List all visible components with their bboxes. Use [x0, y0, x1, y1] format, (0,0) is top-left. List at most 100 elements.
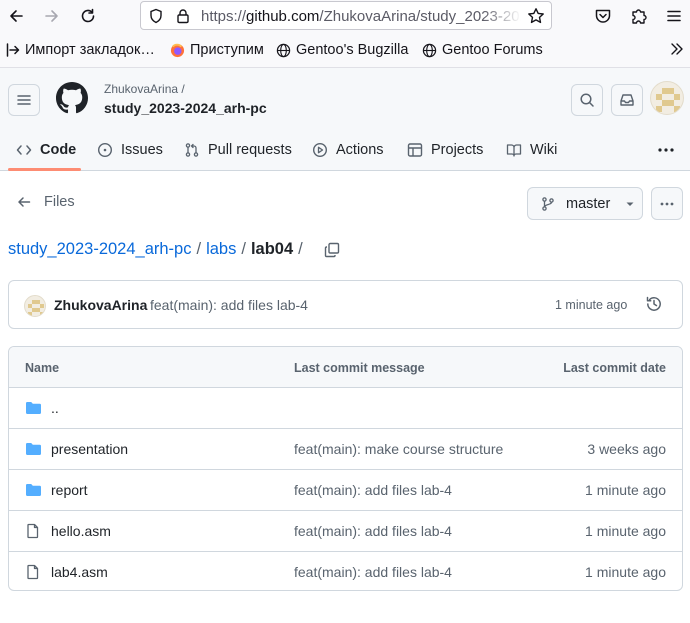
breadcrumb-repo-link[interactable]: study_2023-2024_arh-pc — [8, 240, 191, 259]
book-icon — [506, 143, 522, 157]
arrow-left-icon — [10, 10, 23, 22]
forward-button[interactable] — [40, 4, 64, 28]
pocket-button[interactable] — [591, 4, 615, 28]
column-last-commit-message: Last commit message — [294, 361, 425, 375]
nav-overflow-button[interactable] — [657, 128, 675, 171]
bookmark-label: Gentoo Forums — [442, 42, 543, 58]
files-toggle[interactable]: Files — [16, 194, 75, 210]
bookmarks-bar: Импорт закладок… Приступим Gentoo's Bugz… — [0, 32, 690, 68]
tab-actions[interactable]: Actions — [312, 128, 384, 171]
pocket-icon — [595, 9, 611, 23]
file-name[interactable]: presentation — [51, 441, 128, 457]
puzzle-icon — [632, 9, 647, 24]
table-row[interactable]: lab4.asm feat(main): add files lab-4 1 m… — [9, 552, 682, 590]
breadcrumb-separator: / — [241, 240, 246, 258]
latest-commit-bar: ZhukovaArina feat(main): add files lab-4… — [8, 280, 683, 329]
user-avatar[interactable] — [650, 81, 684, 115]
bookmark-get-started[interactable]: Приступим — [170, 42, 264, 58]
history-icon — [646, 296, 661, 311]
url-path: /ZhukovaArina/study_2023-2024_arh-pc/tre… — [319, 8, 521, 25]
back-button[interactable] — [4, 4, 28, 28]
commit-author-avatar[interactable] — [24, 295, 46, 317]
bookmark-label: Приступим — [190, 42, 264, 58]
commit-message[interactable]: feat(main): make course structure — [294, 441, 503, 457]
url-prefix: https:// — [201, 8, 247, 25]
identicon-icon — [28, 300, 44, 316]
commit-date: 1 minute ago — [585, 564, 666, 580]
tab-code[interactable]: Code — [16, 128, 76, 171]
commit-message[interactable]: feat(main): add files lab-4 — [150, 297, 308, 313]
commit-message[interactable]: feat(main): add files lab-4 — [294, 564, 452, 580]
arrow-right-icon — [45, 10, 58, 22]
search-button[interactable] — [571, 84, 603, 116]
copy-icon — [324, 242, 339, 257]
file-name[interactable]: report — [51, 482, 88, 498]
tab-label: Actions — [336, 141, 384, 158]
file-icon — [27, 523, 39, 539]
selected-tab-indicator — [8, 168, 81, 171]
branch-selector[interactable]: master — [527, 187, 643, 220]
files-label: Files — [44, 194, 75, 210]
column-name: Name — [25, 361, 60, 375]
tab-projects[interactable]: Projects — [407, 128, 483, 171]
firefox-icon — [170, 43, 185, 57]
commit-author[interactable]: ZhukovaArina — [54, 297, 147, 313]
commit-date: 3 weeks ago — [587, 441, 666, 457]
hamburger-menu-icon — [667, 10, 681, 22]
table-row[interactable]: presentation feat(main): make course str… — [9, 429, 682, 470]
file-name[interactable]: lab4.asm — [51, 564, 108, 580]
commit-date: 1 minute ago — [585, 523, 666, 539]
bookmark-gentoo-bugzilla[interactable]: Gentoo's Bugzilla — [276, 42, 408, 58]
tab-label: Wiki — [530, 141, 558, 158]
table-row[interactable]: report feat(main): add files lab-4 1 min… — [9, 470, 682, 511]
bookmark-import[interactable]: Импорт закладок… — [6, 42, 155, 58]
reload-icon — [81, 8, 95, 23]
breadcrumb-labs-link[interactable]: labs — [206, 240, 236, 259]
table-icon — [407, 142, 423, 157]
table-row[interactable]: hello.asm feat(main): add files lab-4 1 … — [9, 511, 682, 552]
github-logo-icon[interactable] — [56, 82, 88, 117]
bookmarks-overflow-button[interactable] — [669, 41, 685, 57]
tab-label: Code — [40, 141, 77, 158]
repo-owner[interactable]: ZhukovaArina / — [104, 82, 185, 96]
commit-message[interactable]: feat(main): add files lab-4 — [294, 523, 452, 539]
tab-wiki[interactable]: Wiki — [506, 128, 557, 171]
repo-name[interactable]: study_2023-2024_arh-pc — [104, 100, 267, 116]
globe-icon — [422, 43, 437, 57]
url-text[interactable]: https://github.com/ZhukovaArina/study_20… — [201, 8, 521, 25]
star-icon[interactable] — [527, 7, 545, 25]
column-last-commit-date: Last commit date — [563, 361, 666, 375]
tab-pull-requests[interactable]: Pull requests — [184, 128, 292, 171]
table-header: Name Last commit message Last commit dat… — [9, 347, 682, 388]
more-options-button[interactable] — [651, 187, 683, 220]
reload-button[interactable] — [76, 4, 100, 28]
inbox-button[interactable] — [611, 84, 643, 116]
kebab-horizontal-icon — [658, 147, 674, 152]
triangle-down-icon — [626, 202, 634, 206]
copy-path-button[interactable] — [324, 242, 340, 258]
git-branch-icon — [542, 196, 554, 211]
table-row-parent-dir[interactable]: .. — [9, 388, 682, 429]
folder-icon — [26, 484, 41, 496]
code-icon — [16, 144, 32, 155]
commit-history-button[interactable] — [645, 295, 663, 316]
lock-icon — [177, 9, 189, 24]
bookmark-label: Импорт закладок… — [25, 42, 155, 58]
commit-message[interactable]: feat(main): add files lab-4 — [294, 482, 452, 498]
menu-button[interactable] — [662, 4, 686, 28]
extensions-button[interactable] — [627, 4, 651, 28]
bookmark-gentoo-forums[interactable]: Gentoo Forums — [422, 42, 543, 58]
breadcrumb: study_2023-2024_arh-pc / labs / lab04 / — [8, 240, 340, 259]
inbox-icon — [620, 94, 634, 106]
import-icon — [6, 43, 20, 57]
tab-issues[interactable]: Issues — [97, 128, 163, 171]
tab-label: Pull requests — [208, 141, 292, 158]
file-name[interactable]: hello.asm — [51, 523, 111, 539]
url-bar[interactable]: https://github.com/ZhukovaArina/study_20… — [140, 1, 552, 30]
chevron-double-right-icon — [671, 43, 683, 55]
file-name[interactable]: .. — [51, 400, 59, 416]
side-menu-button[interactable] — [8, 84, 40, 116]
repo-nav: Code Issues Pull requests Actions Projec… — [0, 128, 690, 171]
github-header: ZhukovaArina / study_2023-2024_arh-pc — [0, 68, 690, 128]
breadcrumb-separator: / — [196, 240, 202, 258]
